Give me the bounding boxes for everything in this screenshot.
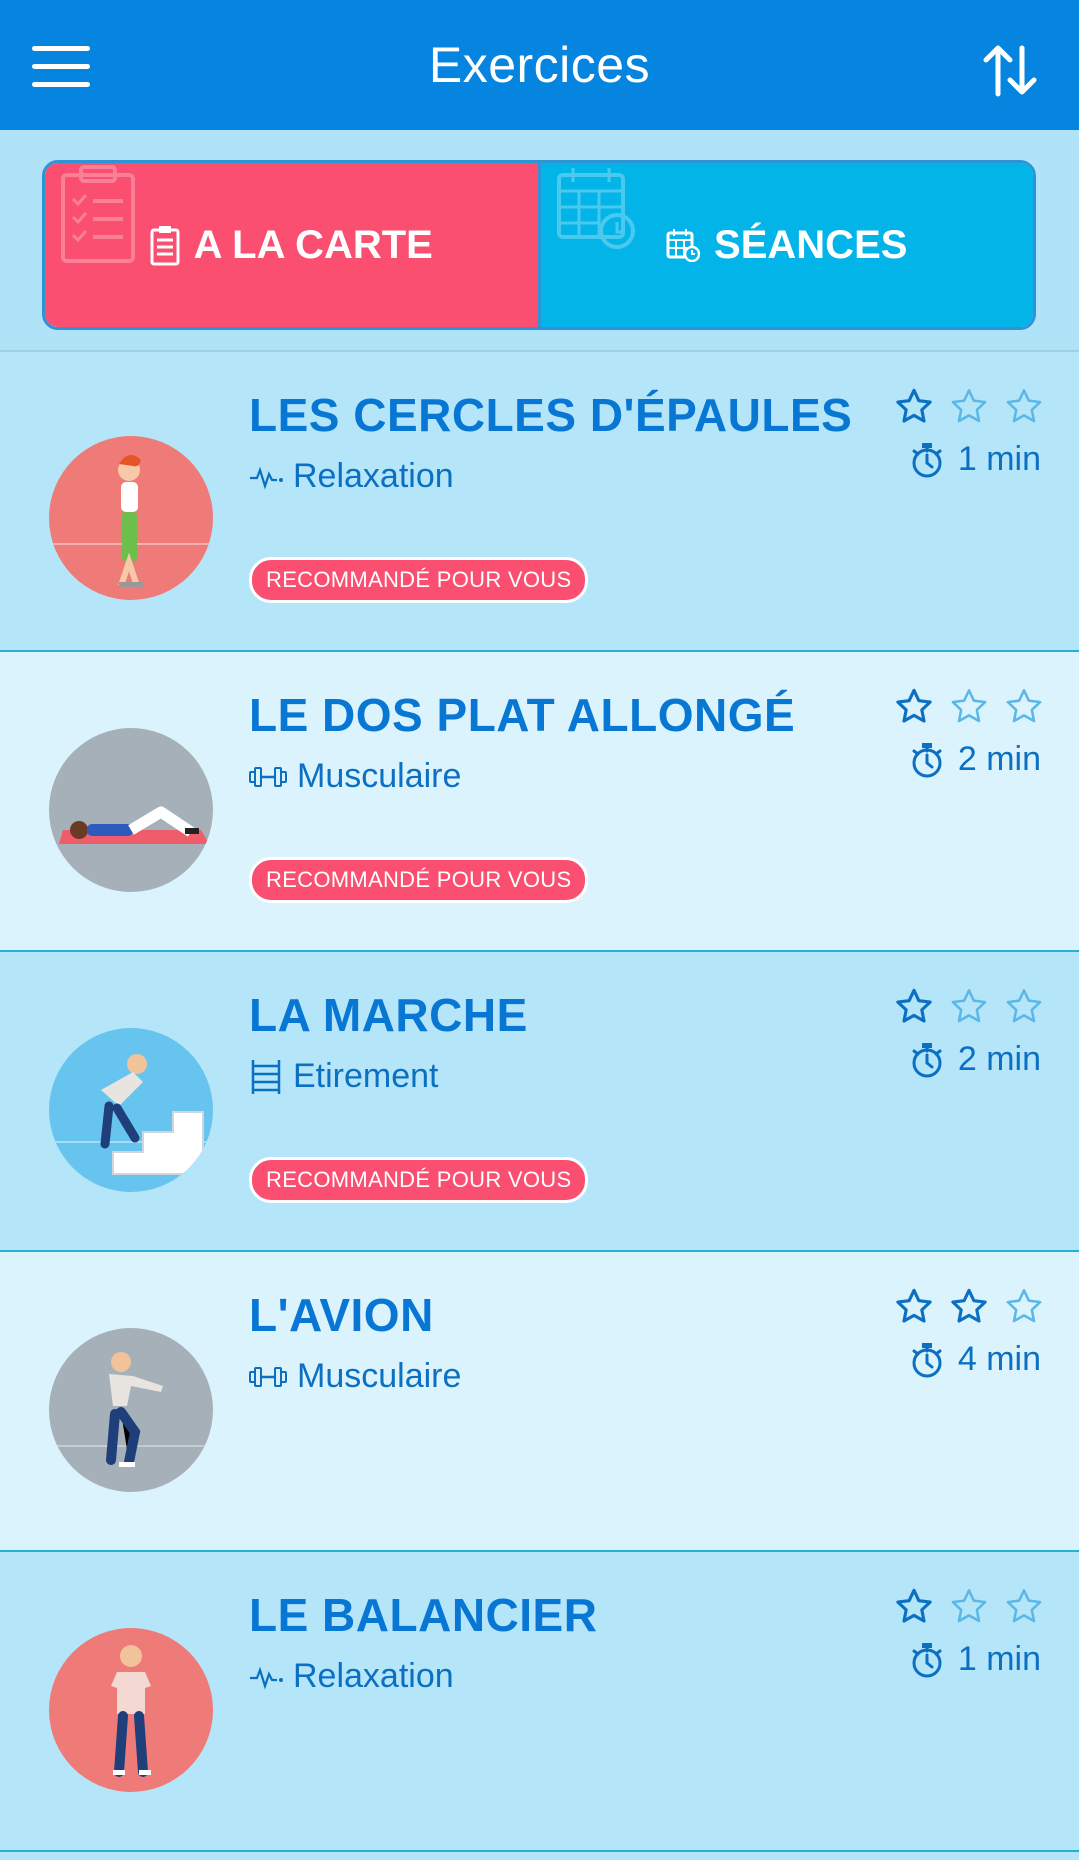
exercise-thumbnail bbox=[49, 1628, 213, 1792]
exercise-category: Relaxation bbox=[249, 457, 454, 496]
exercise-category-label: Relaxation bbox=[293, 1657, 454, 1695]
exercise-duration: 2 min bbox=[910, 740, 1041, 779]
exercise-category: Etirement bbox=[249, 1057, 439, 1096]
standing-man-illustration bbox=[111, 1645, 151, 1777]
difficulty-rating bbox=[895, 1588, 1043, 1624]
star-filled-icon bbox=[896, 388, 932, 423]
clipboard-bg-icon bbox=[61, 165, 135, 263]
calendar-bg-icon bbox=[556, 168, 635, 249]
exercise-category: Musculaire bbox=[249, 1357, 461, 1396]
star-empty-icon bbox=[951, 1589, 987, 1623]
exercise-title: LE BALANCIER bbox=[249, 1589, 598, 1641]
stopwatch-icon bbox=[912, 1042, 942, 1077]
exercise-category: Musculaire bbox=[249, 757, 461, 796]
exercise-title: LA MARCHE bbox=[249, 989, 528, 1041]
difficulty-rating bbox=[895, 388, 1043, 424]
star-filled-icon bbox=[896, 988, 932, 1023]
exercise-thumbnail bbox=[49, 1328, 213, 1492]
exercise-duration-label: 2 min bbox=[957, 1040, 1041, 1078]
exercise-list: LES CERCLES D'ÉPAULES Relaxation RECOMMA… bbox=[0, 352, 1079, 1852]
pulse-icon bbox=[250, 1666, 283, 1690]
calendar-clock-icon bbox=[666, 229, 701, 262]
exercise-title: L'AVION bbox=[249, 1289, 434, 1341]
difficulty-rating bbox=[895, 988, 1043, 1024]
exercise-thumbnail bbox=[49, 436, 213, 600]
star-empty-icon bbox=[1006, 1289, 1042, 1323]
star-filled-icon bbox=[896, 688, 932, 723]
sort-icon[interactable] bbox=[981, 40, 1039, 100]
exercise-category-label: Relaxation bbox=[293, 457, 454, 495]
clipboard-icon bbox=[150, 226, 180, 266]
star-empty-icon bbox=[1006, 389, 1042, 423]
exercise-thumbnail bbox=[49, 1028, 213, 1192]
pulse-icon bbox=[250, 466, 283, 490]
difficulty-rating bbox=[895, 1288, 1043, 1324]
exercise-duration-label: 1 min bbox=[957, 1640, 1041, 1678]
exercise-row[interactable]: LE DOS PLAT ALLONGÉ Musculaire RECOMMAND… bbox=[0, 652, 1079, 952]
dumbbell-icon bbox=[249, 766, 287, 787]
mode-switch: A LA CARTE SÉANCES bbox=[42, 160, 1036, 330]
exercise-duration: 2 min bbox=[910, 1040, 1041, 1079]
exercise-category-label: Etirement bbox=[293, 1057, 439, 1095]
star-filled-icon bbox=[896, 1288, 932, 1323]
star-empty-icon bbox=[951, 389, 987, 423]
exercise-category-label: Musculaire bbox=[297, 1357, 462, 1395]
menu-icon[interactable] bbox=[32, 46, 90, 88]
difficulty-rating bbox=[895, 688, 1043, 724]
exercise-duration-label: 4 min bbox=[957, 1340, 1041, 1378]
mode-switch-area: A LA CARTE SÉANCES bbox=[0, 130, 1079, 352]
star-empty-icon bbox=[1006, 989, 1042, 1023]
exercise-duration-label: 1 min bbox=[957, 440, 1041, 478]
exercise-title: LES CERCLES D'ÉPAULES bbox=[249, 389, 853, 441]
exercise-row[interactable]: LES CERCLES D'ÉPAULES Relaxation RECOMMA… bbox=[0, 352, 1079, 652]
exercise-thumbnail bbox=[49, 728, 213, 892]
exercise-duration: 4 min bbox=[910, 1340, 1041, 1379]
stopwatch-icon bbox=[912, 742, 942, 777]
star-filled-icon bbox=[951, 1288, 987, 1323]
tab-a-la-carte[interactable]: A LA CARTE bbox=[45, 163, 541, 327]
exercise-row[interactable]: LA MARCHE Etirement RECOMMANDÉ POUR VOUS… bbox=[0, 952, 1079, 1252]
stopwatch-icon bbox=[912, 442, 942, 477]
exercise-row[interactable]: L'AVION Musculaire 4 min bbox=[0, 1252, 1079, 1552]
recommended-badge: RECOMMANDÉ POUR VOUS bbox=[249, 1157, 589, 1203]
star-empty-icon bbox=[1006, 1589, 1042, 1623]
exercise-category-label: Musculaire bbox=[297, 757, 462, 795]
exercise-category: Relaxation bbox=[249, 1657, 454, 1696]
exercise-title: LE DOS PLAT ALLONGÉ bbox=[249, 689, 796, 741]
exercise-duration-label: 2 min bbox=[957, 740, 1041, 778]
exercise-duration: 1 min bbox=[910, 440, 1041, 479]
recommended-badge: RECOMMANDÉ POUR VOUS bbox=[249, 857, 589, 903]
star-empty-icon bbox=[951, 689, 987, 723]
stopwatch-icon bbox=[912, 1642, 942, 1677]
page-title: Exercices bbox=[428, 37, 651, 93]
lying-person-illustration bbox=[59, 806, 209, 844]
stopwatch-icon bbox=[912, 1342, 942, 1377]
recommended-badge: RECOMMANDÉ POUR VOUS bbox=[249, 557, 589, 603]
tab-seances-label: SÉANCES bbox=[714, 222, 908, 267]
ladder-icon bbox=[251, 1059, 281, 1094]
star-filled-icon bbox=[896, 1588, 932, 1623]
dumbbell-icon bbox=[249, 1366, 287, 1387]
tab-a-la-carte-label: A LA CARTE bbox=[193, 222, 433, 267]
tab-seances[interactable]: SÉANCES bbox=[540, 163, 1033, 327]
exercise-duration: 1 min bbox=[910, 1640, 1041, 1679]
star-empty-icon bbox=[1006, 689, 1042, 723]
exercise-row[interactable]: LE BALANCIER Relaxation 1 min bbox=[0, 1552, 1079, 1852]
star-empty-icon bbox=[951, 989, 987, 1023]
standing-person-illustration bbox=[49, 454, 213, 587]
app-header: Exercices bbox=[0, 0, 1079, 130]
stepping-person-illustration bbox=[49, 1054, 213, 1175]
squatting-person-illustration bbox=[49, 1352, 213, 1467]
